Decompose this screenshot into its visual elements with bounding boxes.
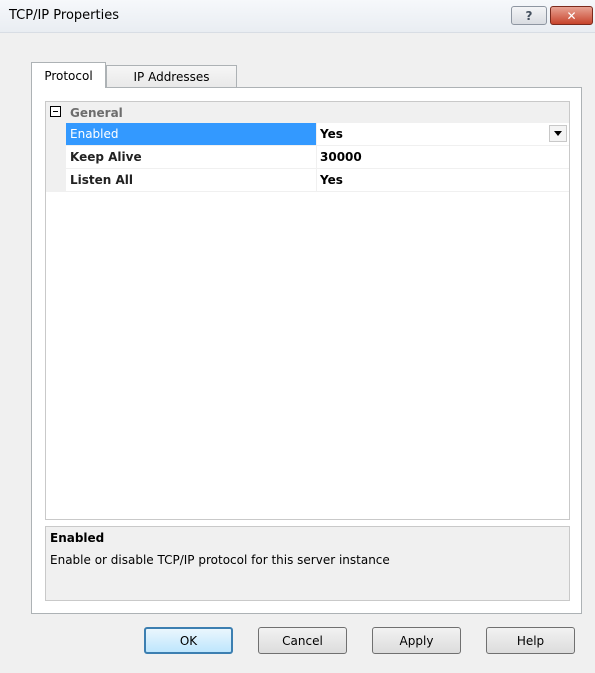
window-title: TCP/IP Properties [9, 8, 119, 23]
tab-protocol[interactable]: Protocol [31, 62, 106, 88]
property-row-enabled[interactable]: Enabled Yes [46, 123, 569, 146]
ok-button[interactable]: OK [144, 627, 233, 654]
apply-button[interactable]: Apply [372, 627, 461, 654]
collapse-icon[interactable] [50, 106, 61, 117]
property-value-text: Yes [320, 127, 343, 141]
row-gutter [46, 169, 66, 192]
property-value[interactable]: Yes [317, 169, 569, 191]
category-label: General [70, 106, 123, 120]
description-title: Enabled [50, 531, 105, 545]
row-gutter [46, 146, 66, 169]
help-question-icon[interactable]: ? [511, 6, 547, 25]
cancel-button[interactable]: Cancel [258, 627, 347, 654]
tab-panel: General Enabled Yes Keep Alive 30000 Lis… [31, 87, 582, 614]
property-name[interactable]: Enabled [66, 123, 317, 145]
property-value[interactable]: 30000 [317, 146, 569, 168]
property-grid: General Enabled Yes Keep Alive 30000 Lis… [45, 101, 570, 520]
property-name[interactable]: Listen All [66, 169, 317, 191]
help-button[interactable]: Help [486, 627, 575, 654]
title-bar: TCP/IP Properties ? ✕ [0, 0, 595, 33]
dropdown-arrow-icon[interactable] [549, 125, 567, 142]
close-icon[interactable]: ✕ [550, 6, 593, 25]
category-row-general[interactable]: General [46, 102, 569, 123]
description-text: Enable or disable TCP/IP protocol for th… [50, 553, 390, 567]
description-pane: Enabled Enable or disable TCP/IP protoco… [45, 526, 570, 601]
tab-ip-addresses[interactable]: IP Addresses [106, 65, 237, 88]
property-name[interactable]: Keep Alive [66, 146, 317, 168]
property-row-listen-all[interactable]: Listen All Yes [46, 169, 569, 192]
property-row-keep-alive[interactable]: Keep Alive 30000 [46, 146, 569, 169]
properties-dialog: TCP/IP Properties ? ✕ Protocol IP Addres… [0, 0, 595, 673]
property-value[interactable]: Yes [317, 123, 569, 145]
row-gutter [46, 123, 66, 146]
